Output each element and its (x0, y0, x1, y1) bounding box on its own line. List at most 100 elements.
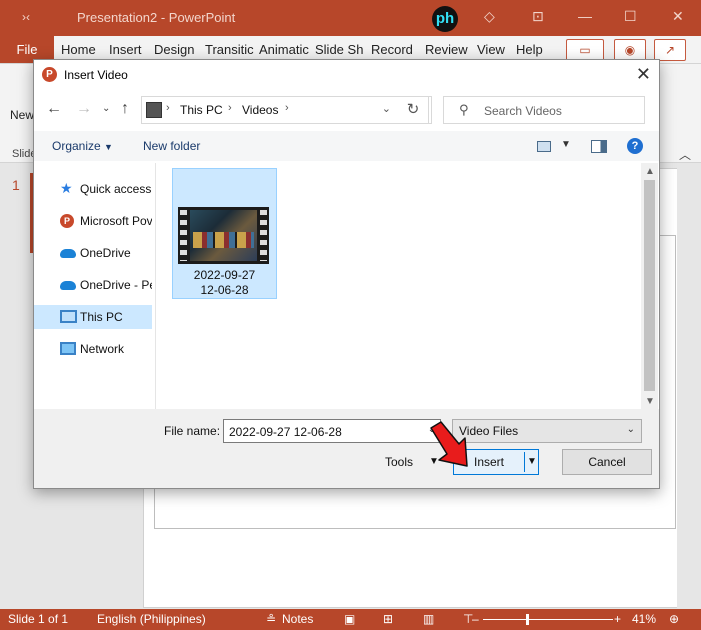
nav-item-label: OneDrive - Pe (80, 278, 152, 292)
comments-button[interactable]: ▭ (566, 39, 604, 61)
file-item-video[interactable]: 2022-09-27 12-06-28 (172, 168, 277, 299)
tab-help[interactable]: Help (516, 42, 543, 57)
navigation-pane: ★ Quick access P Microsoft Pov OneDrive … (34, 163, 154, 409)
window-title: Presentation2 - PowerPoint (77, 10, 236, 25)
nav-item-label: This PC (80, 310, 123, 324)
insert-options-dropdown-icon[interactable]: ▼ (527, 450, 537, 474)
slide-number[interactable]: 1 (12, 177, 20, 193)
tab-view[interactable]: View (477, 42, 505, 57)
recent-locations-icon[interactable]: ⌄ (102, 103, 110, 114)
address-dropdown-icon[interactable]: ⌄ (382, 102, 391, 115)
dialog-titlebar: P Insert Video ✕ (34, 60, 659, 90)
file-name-combo[interactable]: ⌄ (223, 419, 441, 443)
zoom-level[interactable]: 41% (632, 612, 656, 626)
navigation-bar: ← → ⌄ ↑ › This PC › Videos › ⌄ ↻ ⚲ (34, 93, 659, 127)
cancel-button[interactable]: Cancel (562, 449, 652, 475)
tab-transitions[interactable]: Transitic (205, 42, 255, 57)
dialog-title: Insert Video (64, 68, 128, 82)
breadcrumb-videos[interactable]: Videos (242, 103, 278, 117)
nav-item-network[interactable]: Network (34, 337, 152, 361)
organize-button[interactable]: Organize ▼ (52, 139, 113, 153)
zoom-in-icon[interactable]: + (614, 612, 621, 626)
new-folder-button[interactable]: New folder (143, 139, 200, 153)
file-type-select[interactable]: Video Files ⌄ (452, 419, 642, 443)
nav-item-onedrive[interactable]: OneDrive (34, 241, 152, 265)
chevron-down-icon: ▼ (104, 142, 113, 152)
nav-item-label: OneDrive (80, 246, 131, 260)
fit-slide-icon[interactable]: ⊕ (669, 612, 679, 626)
tab-record[interactable]: Record (371, 42, 413, 57)
customize-quick-access-icon[interactable]: ›‹ (22, 10, 30, 24)
tools-label: Tools (385, 455, 414, 469)
back-arrow-icon[interactable]: ← (46, 100, 62, 118)
tab-design[interactable]: Design (154, 42, 194, 57)
zoom-slider[interactable] (483, 619, 613, 620)
video-frame-content (193, 232, 254, 248)
powerpoint-icon: P (60, 214, 74, 228)
notes-icon[interactable]: ≗ (266, 612, 276, 626)
nav-item-this-pc[interactable]: This PC (34, 305, 152, 329)
breadcrumb-separator-icon[interactable]: › (166, 102, 170, 114)
file-name-label: 2022-09-27 12-06-28 (173, 268, 276, 298)
view-options-dropdown-icon[interactable]: ▼ (561, 139, 571, 150)
diamond-icon[interactable]: ◇ (484, 8, 495, 25)
film-strip-holes (180, 210, 187, 261)
nav-item-onedrive-personal[interactable]: OneDrive - Pe (34, 273, 152, 297)
scroll-up-icon[interactable]: ▲ (645, 166, 655, 177)
breadcrumb-separator-icon[interactable]: › (285, 102, 289, 114)
slide-count: Slide 1 of 1 (8, 612, 69, 626)
breadcrumb-this-pc[interactable]: This PC (180, 103, 223, 117)
collapse-ribbon-icon[interactable]: ︿ (679, 146, 691, 163)
search-box[interactable]: ⚲ (443, 96, 645, 124)
scrollbar-thumb[interactable] (644, 180, 655, 391)
tab-home[interactable]: Home (61, 42, 96, 57)
nav-item-quick-access[interactable]: ★ Quick access (34, 177, 152, 201)
preview-pane-icon[interactable] (591, 140, 607, 153)
change-view-icon[interactable] (537, 141, 551, 152)
scroll-down-icon[interactable]: ▼ (645, 396, 655, 407)
close-icon[interactable]: ✕ (672, 8, 684, 25)
slide-sorter-icon[interactable]: ⊞ (383, 612, 393, 626)
file-name-input[interactable] (227, 422, 421, 442)
dialog-footer: File name: ⌄ Video Files ⌄ Tools▼ Insert… (34, 409, 659, 488)
maximize-icon[interactable]: ☐ (624, 8, 637, 25)
search-input[interactable] (482, 101, 636, 120)
tools-button[interactable]: Tools ▼ (385, 455, 439, 469)
dialog-close-icon[interactable]: ✕ (636, 64, 651, 85)
forward-arrow-icon[interactable]: → (76, 100, 92, 118)
nav-item-microsoft-powerpoint[interactable]: P Microsoft Pov (34, 209, 152, 233)
insert-video-dialog: P Insert Video ✕ ← → ⌄ ↑ › This PC › Vid… (33, 59, 660, 489)
minimize-icon[interactable]: — (578, 8, 592, 24)
language-status[interactable]: English (Philippines) (97, 612, 206, 626)
record-button[interactable]: ◉ (614, 39, 646, 61)
computer-icon (60, 310, 77, 323)
red-arrow-icon (430, 421, 468, 467)
video-folder-icon (146, 102, 162, 118)
editor-scrollbar[interactable] (677, 163, 701, 609)
reading-view-icon[interactable]: ▥ (423, 612, 434, 626)
command-bar: Organize ▼ New folder ▼ ? (34, 131, 659, 161)
normal-view-icon[interactable]: ▣ (344, 612, 355, 626)
address-bar[interactable]: › This PC › Videos › ⌄ (141, 96, 432, 124)
slide-thumbnail-pane: 1 (0, 163, 34, 605)
up-arrow-icon[interactable]: ↑ (121, 100, 129, 118)
tab-slide-show[interactable]: Slide Sh (315, 42, 365, 57)
help-icon[interactable]: ? (627, 138, 643, 154)
tab-insert[interactable]: Insert (109, 42, 142, 57)
nav-item-label: Microsoft Pov (80, 214, 152, 228)
zoom-slider-thumb[interactable] (526, 614, 529, 625)
tab-animations[interactable]: Animatic (259, 42, 309, 57)
tab-review[interactable]: Review (425, 42, 468, 57)
status-bar: Slide 1 of 1 English (Philippines) ≗ Not… (0, 609, 701, 630)
breadcrumb-separator-icon[interactable]: › (228, 102, 232, 114)
zoom-out-icon[interactable]: – (472, 612, 479, 626)
notes-button[interactable]: Notes (282, 612, 313, 626)
nav-item-label: Network (80, 342, 125, 356)
film-strip-holes (260, 210, 267, 261)
ribbon-display-icon[interactable]: ⊡ (532, 8, 544, 25)
share-button[interactable]: ↗ (654, 39, 686, 61)
split-divider (524, 452, 525, 472)
refresh-button[interactable]: ↻ (398, 96, 429, 124)
organize-label: Organize (52, 139, 101, 153)
file-list-scrollbar[interactable]: ▲ ▼ (641, 163, 658, 409)
